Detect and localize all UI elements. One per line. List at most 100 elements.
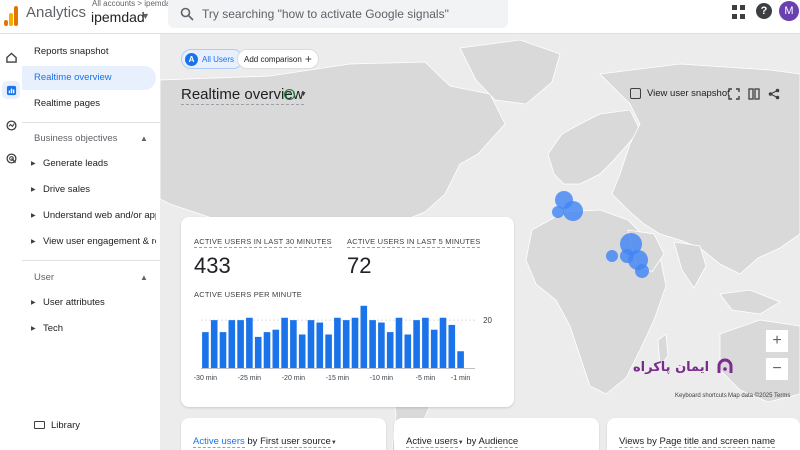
chart-bar[interactable] bbox=[395, 317, 403, 368]
chart-bar[interactable] bbox=[202, 332, 209, 368]
view-user-snapshot-label: View user snapshot bbox=[647, 88, 730, 99]
map-zoom-out-button[interactable]: − bbox=[766, 358, 788, 380]
chart-bar[interactable] bbox=[457, 351, 464, 368]
compare-columns-icon[interactable] bbox=[748, 88, 760, 100]
chart-bar[interactable] bbox=[439, 317, 447, 368]
add-comparison-button[interactable]: Add comparison + bbox=[237, 49, 319, 69]
chart-bar[interactable] bbox=[413, 320, 420, 368]
chevron-up-icon[interactable]: ▲ bbox=[140, 273, 148, 282]
chart-bar[interactable] bbox=[263, 332, 271, 368]
chart-bar[interactable] bbox=[290, 320, 297, 368]
card-metric[interactable]: Views bbox=[619, 436, 645, 448]
card-views-by-page[interactable]: Views by Page title and screen name bbox=[607, 418, 800, 450]
chart-bar[interactable] bbox=[334, 317, 341, 368]
card-dimension[interactable]: First user source bbox=[260, 436, 331, 448]
dropdown-caret-icon[interactable]: ▼ bbox=[331, 440, 337, 446]
map-terms-link[interactable]: Terms bbox=[774, 393, 790, 399]
sidebar-item-realtime-overview[interactable]: Realtime overview bbox=[22, 66, 156, 90]
card-users-by-audience[interactable]: Active users▼ by Audience bbox=[394, 418, 599, 450]
chart-bar[interactable] bbox=[298, 334, 306, 369]
chart-bar[interactable] bbox=[404, 334, 412, 369]
advertising-icon[interactable] bbox=[2, 149, 20, 167]
card-title: Active users by First user source▼ bbox=[193, 436, 337, 448]
realtime-map[interactable]: A All Users Add comparison + Realtime ov… bbox=[160, 34, 800, 450]
chart-bar[interactable] bbox=[219, 332, 227, 368]
chart-bar[interactable] bbox=[272, 329, 280, 368]
segment-all-users-chip[interactable]: A All Users bbox=[181, 49, 244, 69]
sidebar-item-tech[interactable]: ▶ Tech bbox=[22, 318, 156, 340]
sidebar-item-reports-snapshot[interactable]: Reports snapshot bbox=[22, 40, 156, 64]
chart-bar[interactable] bbox=[281, 317, 288, 368]
card-dimension[interactable]: Page title and screen name bbox=[659, 436, 776, 448]
card-users-by-source[interactable]: Active users by First user source▼ bbox=[181, 418, 386, 450]
watermark-logo-icon bbox=[717, 358, 733, 373]
sidebar-item-label: Tech bbox=[43, 323, 64, 334]
chart-bar[interactable] bbox=[369, 320, 376, 368]
search-input[interactable] bbox=[202, 0, 502, 28]
add-comparison-label: Add comparison bbox=[244, 54, 302, 64]
card-by: by bbox=[463, 436, 479, 447]
property-caret-icon[interactable]: ▼ bbox=[141, 11, 150, 21]
search-bar[interactable] bbox=[168, 0, 508, 28]
chart-bar[interactable] bbox=[237, 320, 244, 368]
analytics-logo-icon bbox=[4, 4, 18, 26]
share-icon[interactable] bbox=[768, 88, 780, 100]
avatar[interactable]: M bbox=[779, 1, 799, 21]
section-user[interactable]: User bbox=[34, 272, 54, 283]
chart-bar[interactable] bbox=[422, 317, 429, 368]
help-icon[interactable]: ? bbox=[756, 3, 772, 19]
x-tick-label: -25 min bbox=[238, 375, 261, 382]
property-selector[interactable]: ipemdad bbox=[91, 9, 145, 25]
app-name: Analytics bbox=[26, 4, 87, 21]
chart-bar[interactable] bbox=[430, 329, 438, 368]
chart-bar[interactable] bbox=[351, 317, 359, 368]
home-icon[interactable] bbox=[2, 48, 20, 66]
sidebar-item-view-engagement[interactable]: ▶ View user engagement & rete... bbox=[22, 231, 156, 253]
card-metric[interactable]: Active users bbox=[406, 436, 458, 448]
check-circle-icon[interactable]: ✓ bbox=[284, 89, 295, 100]
sidebar-divider bbox=[22, 122, 160, 123]
sidebar-item-understand-traffic[interactable]: ▶ Understand web and/or app t... bbox=[22, 205, 156, 227]
card-dimension[interactable]: Audience bbox=[478, 436, 519, 448]
card-metric[interactable]: Active users bbox=[193, 436, 245, 448]
chart-bar[interactable] bbox=[386, 332, 394, 368]
sidebar-item-generate-leads[interactable]: ▶ Generate leads bbox=[22, 153, 156, 175]
fullscreen-icon[interactable] bbox=[728, 88, 740, 100]
x-tick-label: -15 min bbox=[326, 375, 349, 382]
nav-rail bbox=[0, 34, 22, 450]
search-icon bbox=[180, 7, 194, 21]
chart-bar[interactable] bbox=[246, 317, 253, 368]
keyboard-shortcuts-link[interactable]: Keyboard shortcuts bbox=[675, 393, 727, 399]
account-breadcrumb[interactable]: All accounts > ipemdad bbox=[92, 0, 175, 8]
sidebar-item-label: Generate leads bbox=[43, 158, 108, 169]
card-title: Views by Page title and screen name bbox=[619, 436, 776, 448]
map-zoom-in-button[interactable]: + bbox=[766, 330, 788, 352]
chart-bar[interactable] bbox=[316, 322, 324, 368]
card-by: by bbox=[644, 436, 660, 447]
chart-bar[interactable] bbox=[448, 324, 456, 368]
chart-bar[interactable] bbox=[228, 320, 236, 368]
reports-icon[interactable] bbox=[2, 81, 20, 99]
chart-bar[interactable] bbox=[210, 320, 218, 368]
chart-bar[interactable] bbox=[325, 334, 332, 369]
sidebar-item-realtime-pages[interactable]: Realtime pages bbox=[22, 92, 156, 116]
chart-bar[interactable] bbox=[378, 322, 385, 368]
sidebar-item-user-attributes[interactable]: ▶ User attributes bbox=[22, 292, 156, 314]
view-user-snapshot-button[interactable]: View user snapshot bbox=[630, 88, 730, 99]
chart-bar[interactable] bbox=[360, 305, 368, 368]
x-tick-label: -20 min bbox=[282, 375, 305, 382]
chart-bar[interactable] bbox=[307, 320, 315, 368]
active-users-per-minute-chart[interactable]: 20 -30 min -25 min -20 min -15 min -10 min -5 … bbox=[181, 217, 514, 407]
chevron-down-icon[interactable]: ▼ bbox=[300, 91, 307, 98]
section-business-objectives[interactable]: Business objectives bbox=[34, 133, 117, 144]
chevron-up-icon[interactable]: ▲ bbox=[140, 134, 148, 143]
library-link[interactable]: Library bbox=[34, 420, 80, 431]
apps-grid-icon[interactable] bbox=[732, 5, 746, 19]
segment-letter-badge: A bbox=[185, 52, 198, 66]
chart-bar[interactable] bbox=[342, 320, 350, 368]
x-tick-label: -1 min bbox=[451, 375, 471, 382]
chart-bar[interactable] bbox=[254, 336, 262, 368]
sidebar-item-drive-sales[interactable]: ▶ Drive sales bbox=[22, 179, 156, 201]
explore-icon[interactable] bbox=[2, 116, 20, 134]
map-data-credit: Map data ©2025 bbox=[728, 393, 773, 399]
